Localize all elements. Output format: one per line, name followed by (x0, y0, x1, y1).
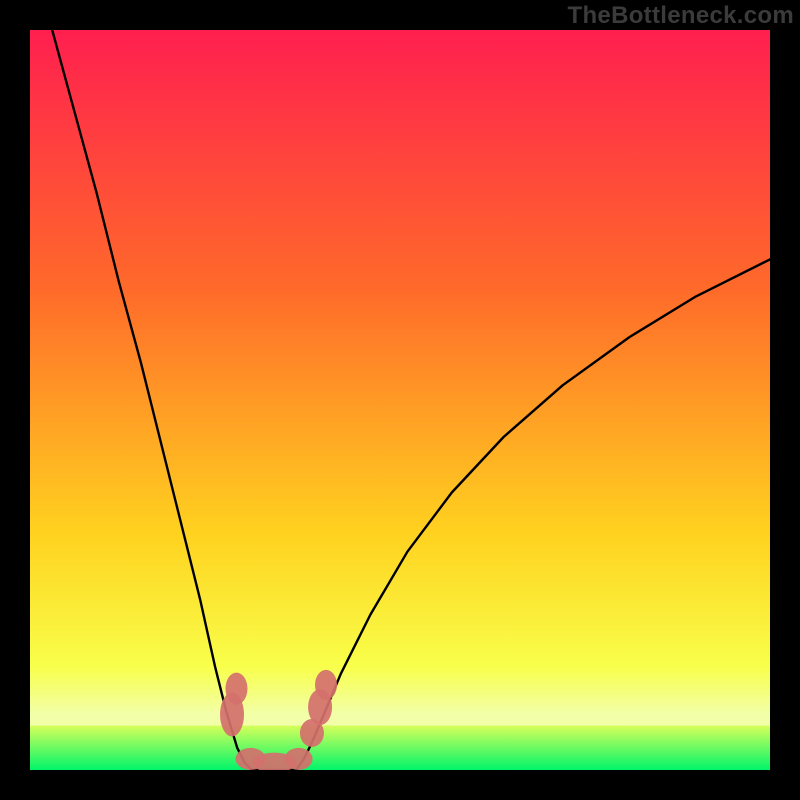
plot-area (30, 30, 770, 770)
watermark-text: TheBottleneck.com (568, 2, 794, 30)
highlight-blob (285, 748, 313, 770)
highlight-blob (225, 673, 247, 705)
bottleneck-chart (30, 30, 770, 770)
green-band (30, 726, 770, 770)
highlight-blob (315, 670, 337, 700)
chart-frame: TheBottleneck.com (0, 0, 800, 800)
gradient-background (30, 30, 770, 770)
